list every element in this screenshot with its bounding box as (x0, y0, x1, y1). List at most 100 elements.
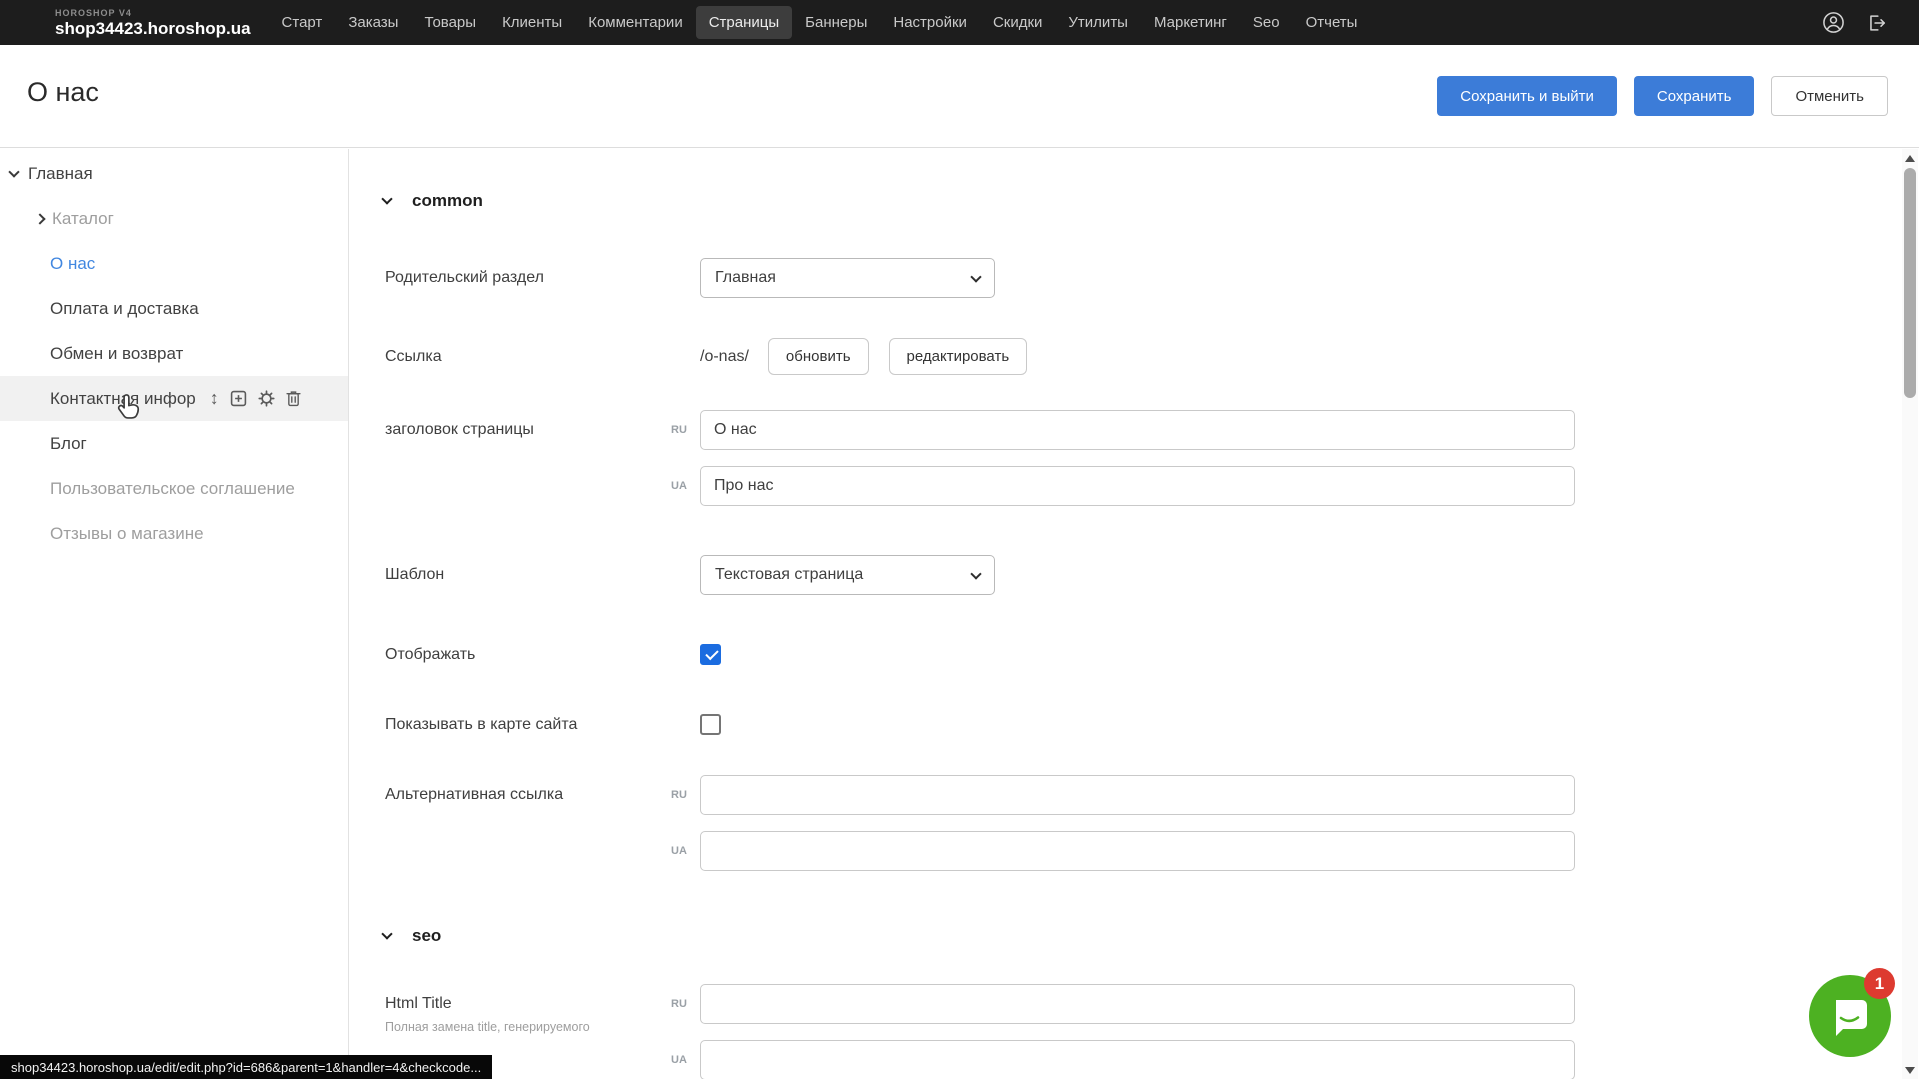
tree-item-polzovatelskoe-soglashenie[interactable]: Пользовательское соглашение (0, 466, 348, 511)
account-icon[interactable] (1822, 11, 1845, 34)
section-header-seo[interactable]: seo (383, 926, 1901, 946)
tree-item-label: Отзывы о магазине (50, 524, 204, 544)
sitemap-row: Показывать в карте сайта (385, 714, 1901, 736)
logo-version: HOROSHOP V4 (55, 9, 251, 18)
template-row: Шаблон Текстовая страница (385, 555, 1901, 595)
lang-badge-ua: UA (671, 845, 687, 857)
field-label: Показывать в карте сайта (385, 714, 700, 736)
pages-tree-sidebar: Главная Каталог О нас Оплата и доставка … (0, 149, 349, 1079)
lang-badge-ru: RU (671, 998, 687, 1010)
display-checkbox-checked[interactable] (700, 644, 721, 665)
display-row: Отображать (385, 644, 1901, 666)
select-value: Текстовая страница (715, 566, 863, 584)
field-label-block: Html Title Полная замена title, генериру… (385, 984, 700, 1036)
field-label: Шаблон (385, 555, 700, 595)
trash-icon[interactable] (286, 390, 301, 407)
save-and-exit-button[interactable]: Сохранить и выйти (1437, 76, 1617, 116)
logout-icon[interactable] (1865, 12, 1887, 34)
menu-item-marketing[interactable]: Маркетинг (1141, 6, 1240, 39)
html-title-ua-input[interactable] (700, 1040, 1575, 1079)
menu-item-utilities[interactable]: Утилиты (1055, 6, 1141, 39)
tree-item-kontaktnaya-informatsiya[interactable]: Контактная инфор ↕ (0, 376, 348, 421)
chevron-down-icon (970, 271, 981, 282)
tree-item-blog[interactable]: Блог (0, 421, 348, 466)
logo-domain: shop34423.horoshop.ua (55, 20, 251, 37)
alt-link-ru-input[interactable] (700, 775, 1575, 815)
html-title-ru-input[interactable] (700, 984, 1575, 1024)
menu-item-start[interactable]: Старт (269, 6, 336, 39)
chevron-down-icon (381, 193, 392, 204)
main-menu: Старт Заказы Товары Клиенты Комментарии … (269, 6, 1371, 39)
parent-section-row: Родительский раздел Главная (385, 258, 1901, 298)
move-icon[interactable]: ↕ (210, 388, 219, 409)
top-nav-bar: HOROSHOP V4 shop34423.horoshop.ua Старт … (0, 0, 1919, 45)
parent-section-select[interactable]: Главная (700, 258, 995, 298)
tree-item-label: Обмен и возврат (50, 344, 183, 364)
link-edit-button[interactable]: редактировать (889, 338, 1028, 375)
tree-item-label: Блог (50, 434, 87, 454)
scrollbar-thumb[interactable] (1904, 168, 1916, 398)
chat-unread-badge: 1 (1864, 968, 1895, 999)
field-hint: Полная замена title, генерируемого (385, 1020, 675, 1036)
page-header: О нас Сохранить и выйти Сохранить Отмени… (0, 45, 1919, 148)
field-label: Родительский раздел (385, 258, 700, 298)
tree-item-label: Пользовательское соглашение (50, 479, 295, 499)
section-title: common (412, 191, 483, 211)
page-edit-form: common Родительский раздел Главная Ссылк… (350, 149, 1901, 1079)
field-label: Отображать (385, 644, 700, 666)
tree-item-glavnaya[interactable]: Главная (0, 151, 348, 196)
menu-item-reports[interactable]: Отчеты (1293, 6, 1371, 39)
tree-item-katalog[interactable]: Каталог (0, 196, 348, 241)
tree-item-obmen-i-vozvrat[interactable]: Обмен и возврат (0, 331, 348, 376)
field-label: Альтернативная ссылка (385, 775, 700, 815)
template-select[interactable]: Текстовая страница (700, 555, 995, 595)
lang-badge-ua: UA (671, 1054, 687, 1066)
chevron-down-icon (8, 166, 19, 177)
cancel-button[interactable]: Отменить (1771, 76, 1888, 116)
tree-item-oplata-i-dostavka[interactable]: Оплата и доставка (0, 286, 348, 331)
link-status-tooltip: shop34423.horoshop.ua/edit/edit.php?id=6… (0, 1055, 492, 1079)
lang-badge-ru: RU (671, 424, 687, 436)
tree-item-otzyvy-o-magazine[interactable]: Отзывы о магазине (0, 511, 348, 556)
menu-item-pages-active[interactable]: Страницы (696, 6, 792, 39)
scroll-up-icon (1905, 155, 1915, 162)
field-label: Ссылка (385, 338, 700, 375)
field-label: Html Title (385, 984, 700, 1024)
select-value: Главная (715, 269, 776, 287)
scroll-down-button[interactable] (1902, 1062, 1918, 1078)
logo[interactable]: HOROSHOP V4 shop34423.horoshop.ua (55, 9, 251, 37)
chat-widget-button[interactable]: 1 (1809, 975, 1891, 1057)
tree-item-o-nas-selected[interactable]: О нас (0, 241, 348, 286)
page-title-ua-input[interactable] (700, 466, 1575, 506)
menu-item-banners[interactable]: Баннеры (792, 6, 880, 39)
menu-item-clients[interactable]: Клиенты (489, 6, 575, 39)
menu-item-seo[interactable]: Seo (1240, 6, 1293, 39)
link-path: /o-nas/ (700, 348, 749, 366)
alt-link-ua-input[interactable] (700, 831, 1575, 871)
page-title-ru-input[interactable] (700, 410, 1575, 450)
chevron-right-icon (34, 213, 45, 224)
page-title: О нас (27, 77, 99, 108)
vertical-scrollbar[interactable] (1902, 149, 1918, 1079)
chevron-down-icon (381, 928, 392, 939)
section-header-common[interactable]: common (383, 191, 1901, 211)
menu-item-products[interactable]: Товары (411, 6, 489, 39)
add-icon[interactable] (230, 390, 247, 407)
tree-item-label: Контактная инфор (50, 389, 196, 409)
tree-item-label: О нас (50, 254, 95, 274)
lang-badge-ru: RU (671, 789, 687, 801)
field-label: заголовок страницы (385, 410, 700, 450)
link-update-button[interactable]: обновить (768, 338, 869, 375)
menu-item-orders[interactable]: Заказы (335, 6, 411, 39)
menu-item-discounts[interactable]: Скидки (980, 6, 1055, 39)
sitemap-checkbox-unchecked[interactable] (700, 714, 721, 735)
scroll-up-button[interactable] (1902, 150, 1918, 166)
menu-item-comments[interactable]: Комментарии (575, 6, 695, 39)
save-button[interactable]: Сохранить (1634, 76, 1755, 116)
menu-item-settings[interactable]: Настройки (880, 6, 980, 39)
section-title: seo (412, 926, 441, 946)
gear-icon[interactable] (258, 390, 275, 407)
lang-badge-ua: UA (671, 480, 687, 492)
page-title-row: заголовок страницы RU UA (385, 410, 1901, 506)
tree-item-label: Каталог (52, 209, 114, 229)
